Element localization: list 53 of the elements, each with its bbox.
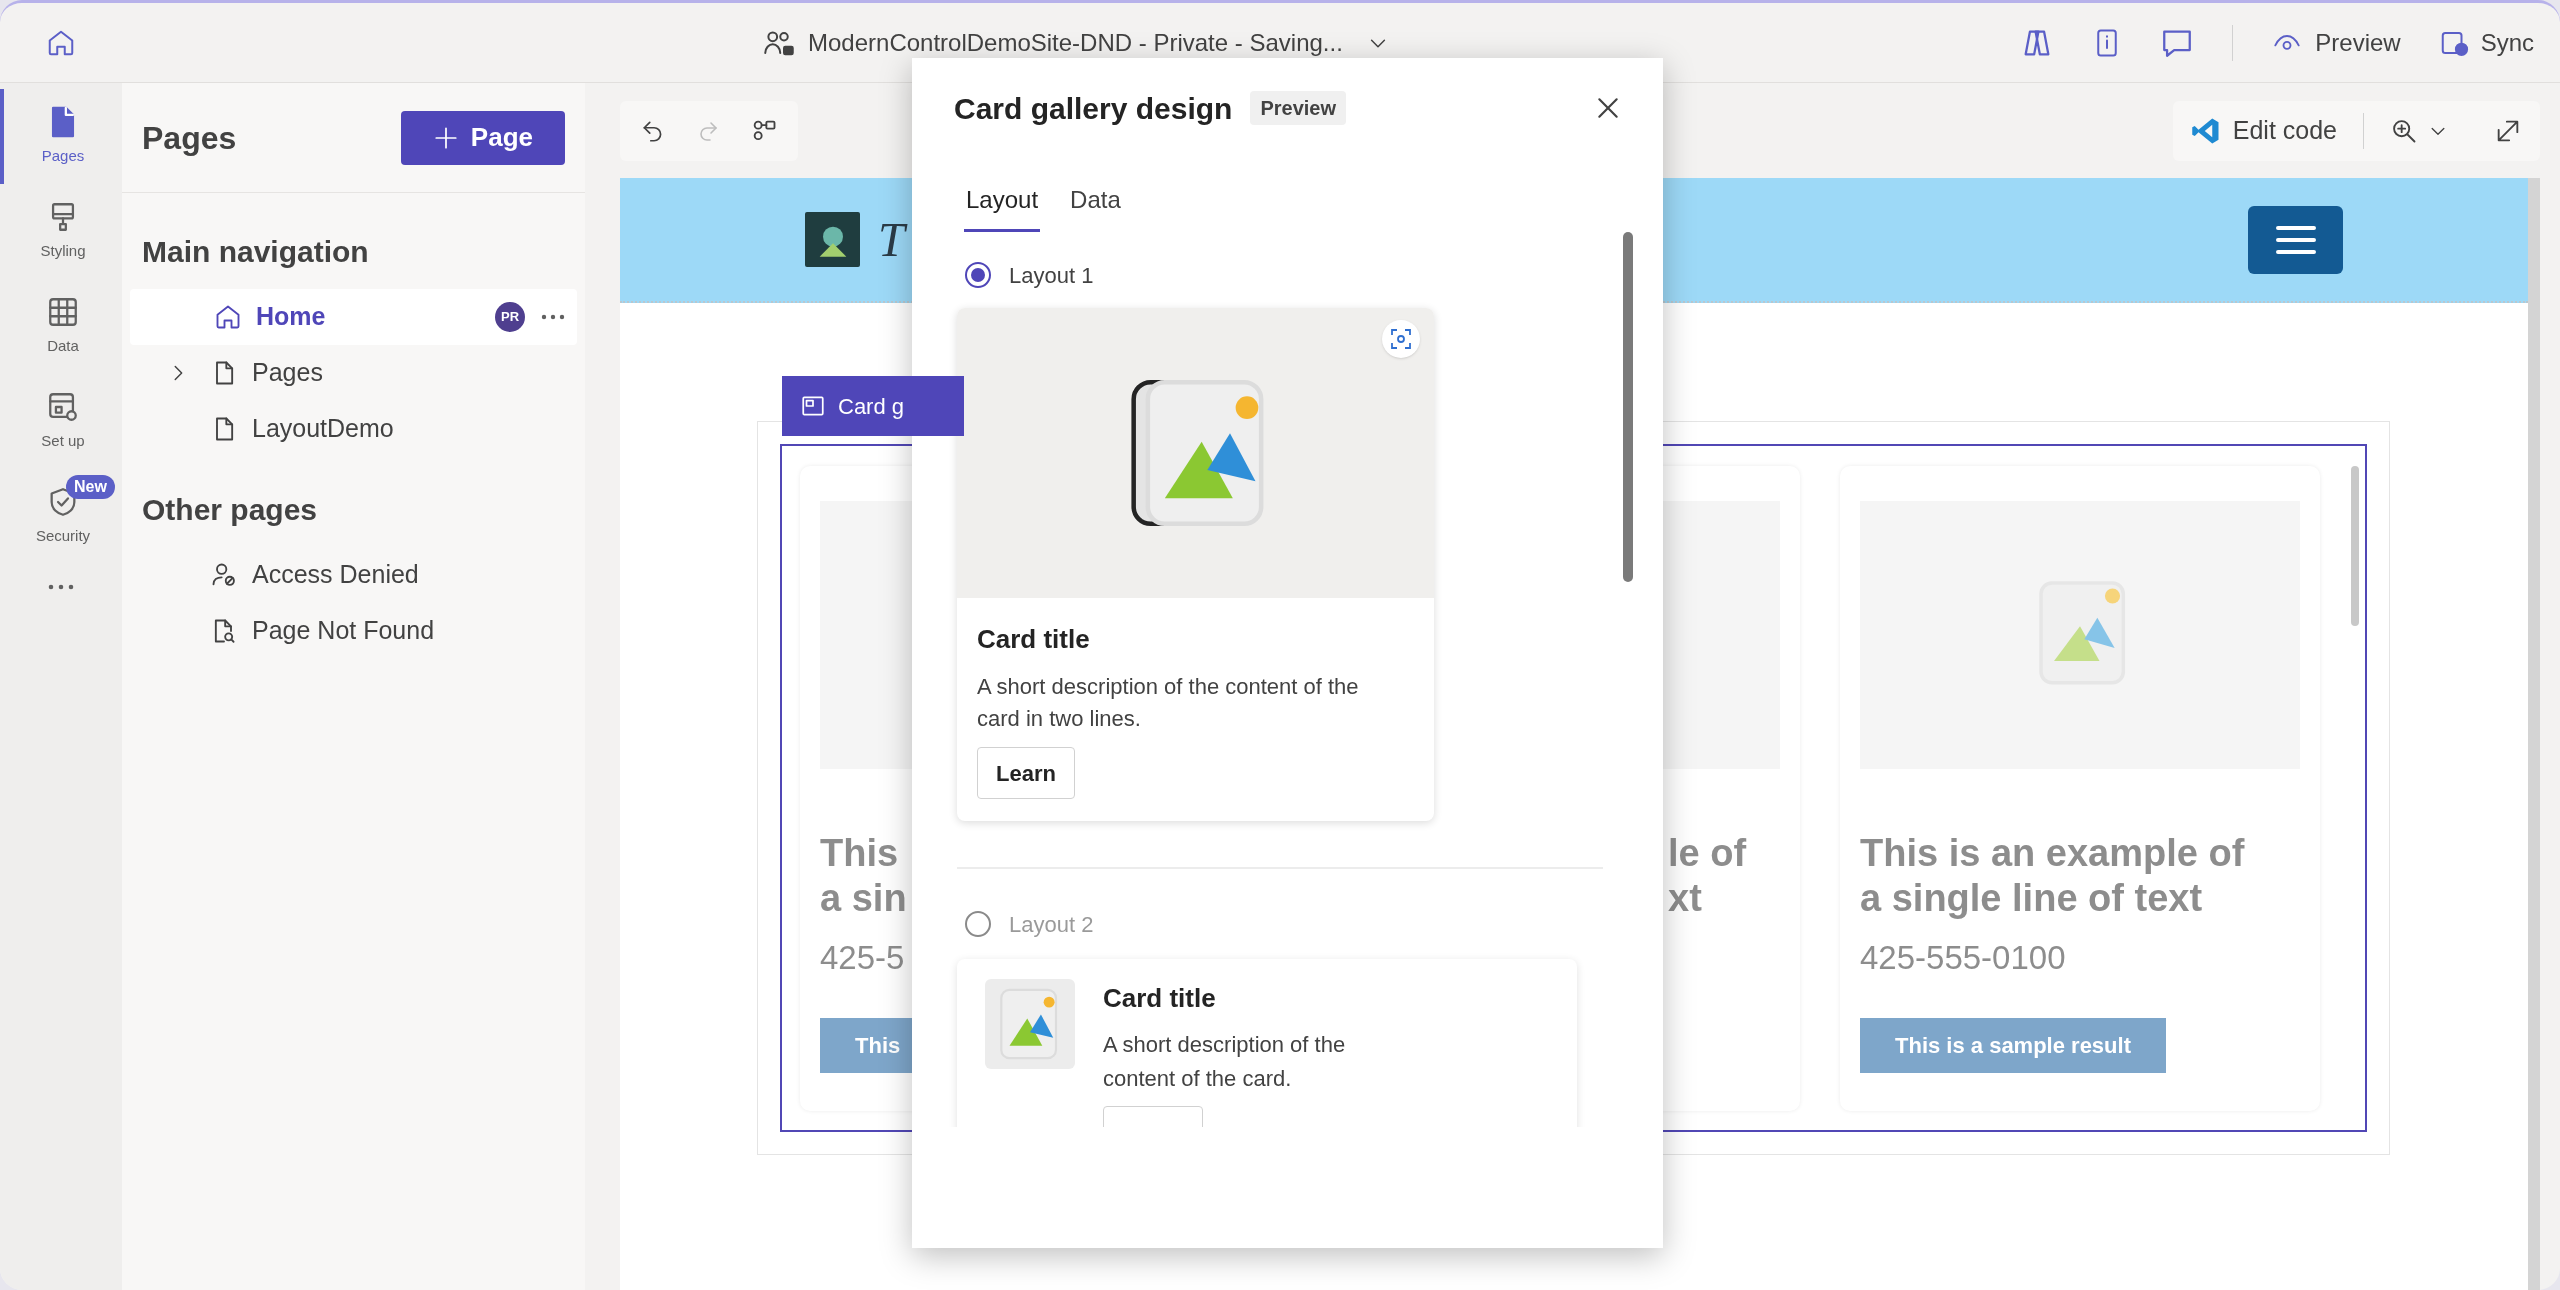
card-title: This is an example of: [1860, 831, 2245, 876]
rail-item[interactable]: Data: [0, 279, 122, 374]
nav-item[interactable]: LayoutDemo: [130, 401, 577, 457]
new-badge: New: [66, 475, 115, 499]
person-icon: [210, 561, 238, 589]
site-title: ModernControlDemoSite-DND - Private - Saving...: [808, 27, 1343, 58]
card-title: This: [820, 831, 899, 876]
card-title: xt: [1668, 876, 1702, 921]
section-heading: Main navigation: [141, 233, 370, 270]
nav-item[interactable]: Home PR: [130, 289, 577, 345]
card-title: a single line of text: [1860, 876, 2203, 921]
nav-item[interactable]: Page Not Found: [130, 603, 577, 659]
tab[interactable]: Layout: [964, 170, 1041, 232]
card-title: le of: [1668, 831, 1747, 876]
component-tab[interactable]: Card g: [782, 376, 965, 436]
home-icon: [214, 303, 242, 331]
card-title: Card title: [1103, 982, 1216, 1015]
avatar: PR: [495, 302, 525, 332]
section-heading: Other pages: [141, 491, 319, 528]
scan-icon: [1389, 327, 1413, 351]
menu-icon: [2273, 223, 2318, 256]
layout-label: Layout 2: [1009, 910, 1094, 939]
rail-item[interactable]: Set up: [0, 374, 122, 469]
radio-button[interactable]: [965, 911, 991, 937]
card-title: Card title: [977, 623, 1090, 656]
learn-button[interactable]: Learn: [977, 747, 1075, 799]
more-icon[interactable]: [539, 312, 567, 322]
tab[interactable]: Data: [1068, 170, 1123, 232]
add-page-button[interactable]: Page: [400, 110, 565, 165]
nav-item[interactable]: Pages: [130, 345, 577, 401]
panel-title: Pages: [142, 118, 237, 158]
card-icon: [800, 393, 826, 419]
phone-number: 425-555-0100: [1860, 938, 2066, 978]
card-description: A short description of the content of the card.: [1103, 1031, 1347, 1093]
card-title: a sin: [820, 876, 907, 921]
card-description: A short description of the content of the card in two lines.: [977, 673, 1360, 733]
dialog-title: Card gallery design: [954, 90, 1233, 127]
preview-button[interactable]: Preview: [2271, 24, 2401, 61]
rail-item[interactable]: Styling: [0, 184, 122, 279]
layout-preview-card[interactable]: Card title A short description of the content of the card.: [957, 959, 1577, 1127]
logo-icon: [805, 212, 860, 267]
scan-button[interactable]: [1382, 320, 1420, 358]
menu-button[interactable]: [2248, 205, 2343, 274]
sync-button[interactable]: Sync: [2438, 24, 2534, 61]
preview-badge: Preview: [1250, 91, 1347, 125]
layout-label: Layout 1: [1009, 261, 1094, 290]
close-button[interactable]: [1595, 95, 1621, 121]
scrollbar-thumb[interactable]: [2351, 466, 2359, 626]
nav-item[interactable]: Access Denied: [130, 547, 577, 603]
rail-item[interactable]: New Security: [0, 469, 122, 564]
radio-button[interactable]: [965, 262, 991, 288]
scrollbar-thumb[interactable]: [1623, 232, 1633, 582]
phone-number: 425-5: [820, 938, 905, 978]
